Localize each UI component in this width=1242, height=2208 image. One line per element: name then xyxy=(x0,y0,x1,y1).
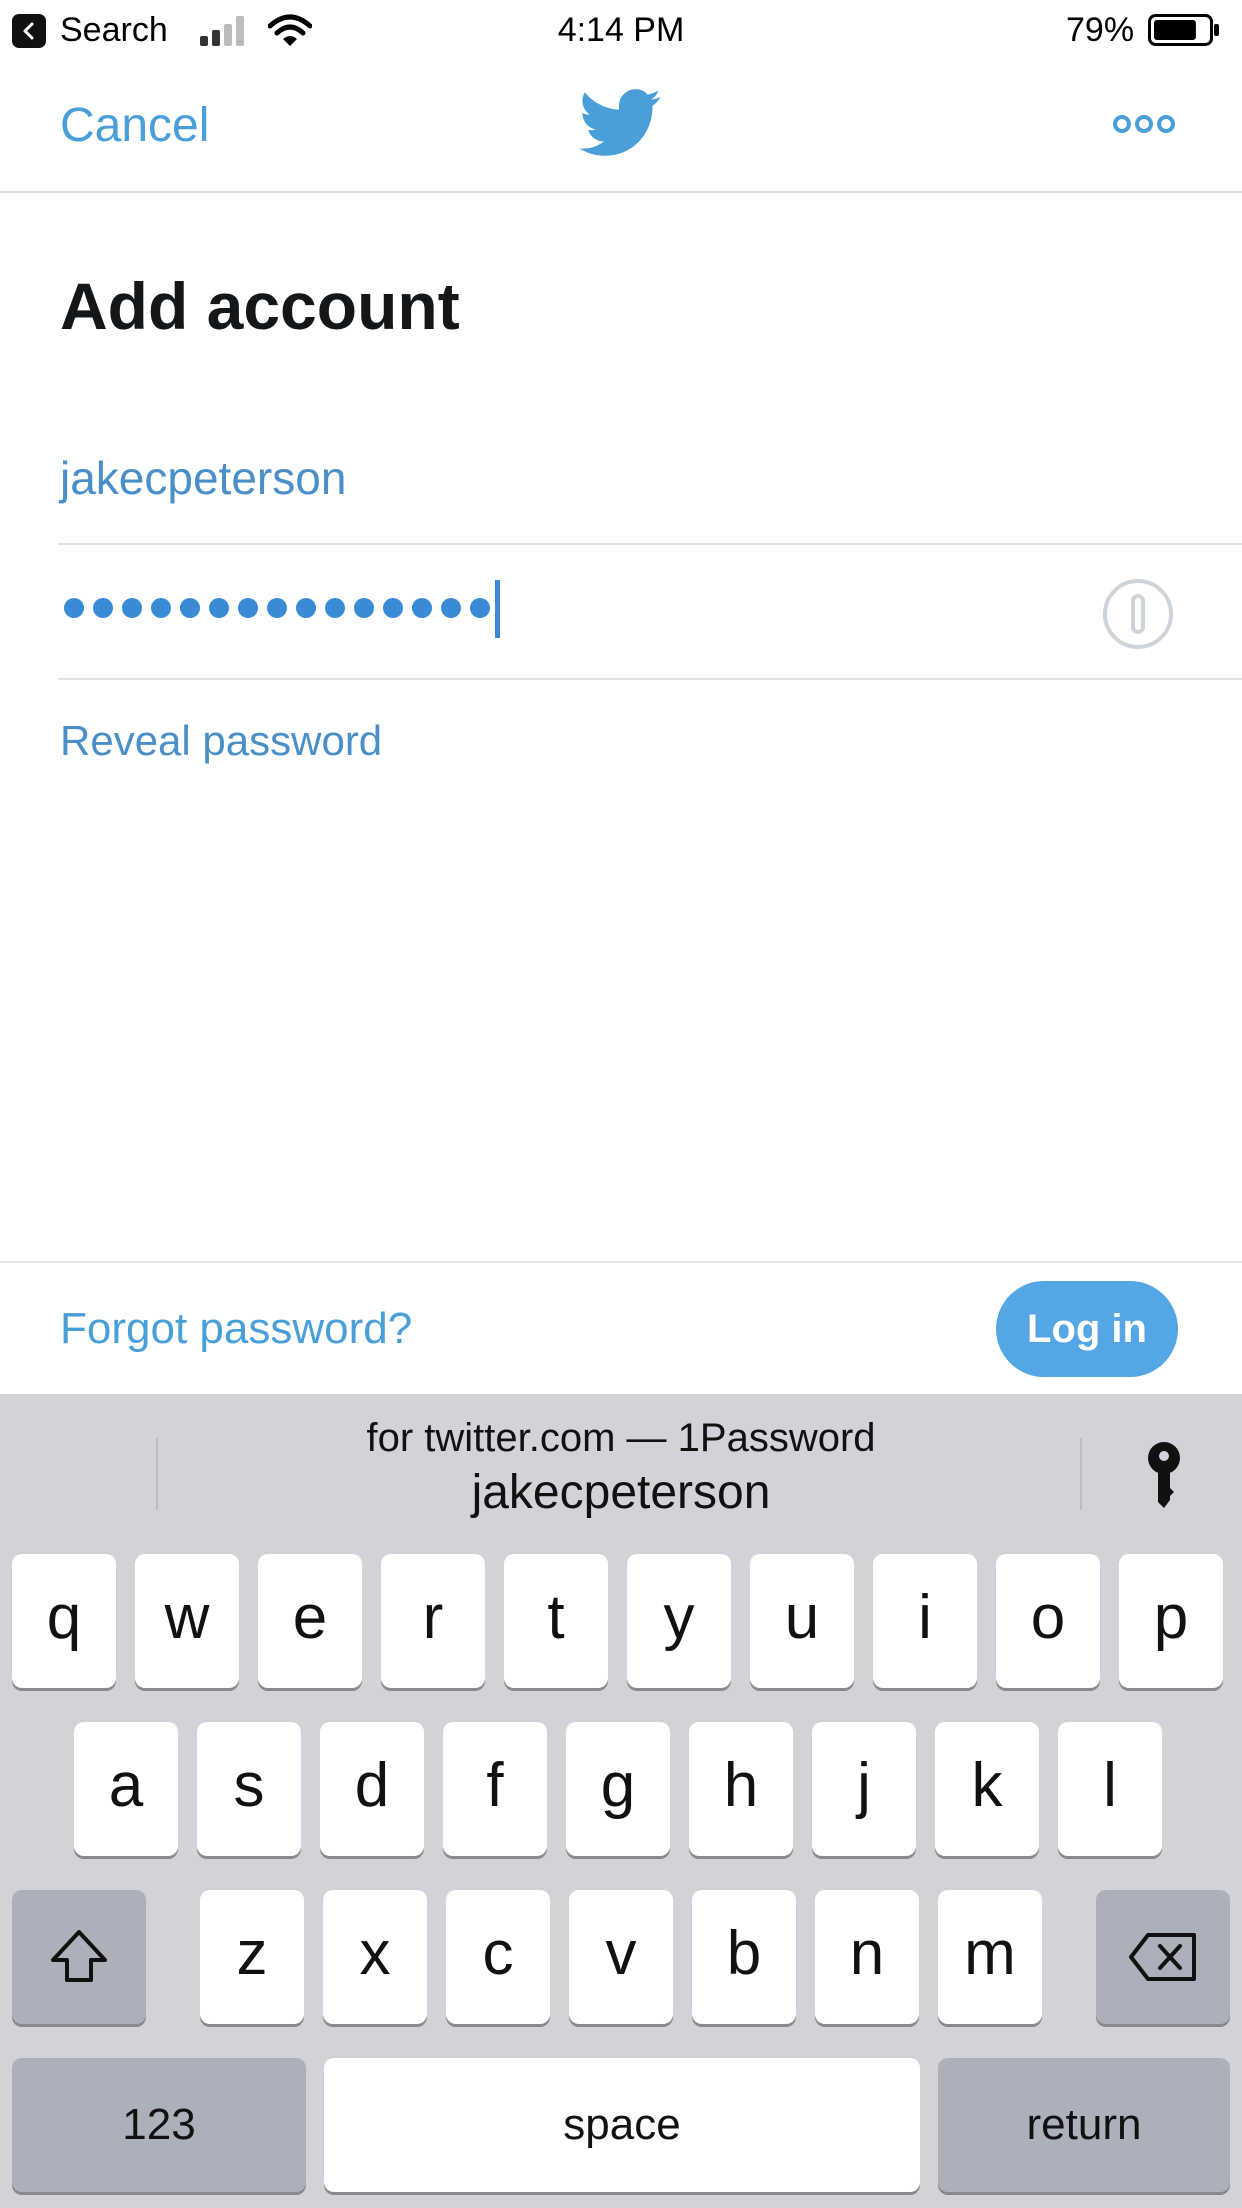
key-r[interactable]: r xyxy=(381,1554,485,1688)
password-dot xyxy=(122,598,142,618)
password-dot xyxy=(238,598,258,618)
key-k[interactable]: k xyxy=(935,1722,1039,1856)
shift-arrow-icon xyxy=(51,1930,107,1982)
key-g[interactable]: g xyxy=(566,1722,670,1856)
battery-percent: 79% xyxy=(1066,11,1135,49)
forgot-password-link[interactable]: Forgot password? xyxy=(60,1302,412,1356)
1password-icon[interactable] xyxy=(1102,578,1174,650)
username-divider xyxy=(58,543,1242,545)
password-dot xyxy=(267,598,287,618)
key-c[interactable]: c xyxy=(446,1890,550,2024)
username-field[interactable]: jakecpeterson xyxy=(60,450,346,506)
password-dot xyxy=(354,598,374,618)
key-t[interactable]: t xyxy=(504,1554,608,1688)
key-i[interactable]: i xyxy=(873,1554,977,1688)
key-y[interactable]: y xyxy=(627,1554,731,1688)
more-dots-icon[interactable] xyxy=(1112,112,1176,136)
key-q[interactable]: q xyxy=(12,1554,116,1688)
log-in-button[interactable]: Log in xyxy=(996,1281,1178,1377)
key-f[interactable]: f xyxy=(443,1722,547,1856)
password-dot xyxy=(209,598,229,618)
key-m[interactable]: m xyxy=(938,1890,1042,2024)
status-bar: Search 4:14 PM 79% xyxy=(0,0,1242,62)
key-b[interactable]: b xyxy=(692,1890,796,2024)
key-o[interactable]: o xyxy=(996,1554,1100,1688)
footer-divider xyxy=(0,1261,1242,1263)
password-dot xyxy=(93,598,113,618)
key-icon[interactable] xyxy=(1146,1440,1182,1510)
password-dot xyxy=(325,598,345,618)
password-dot xyxy=(151,598,171,618)
password-divider xyxy=(58,678,1242,680)
return-key[interactable]: return xyxy=(938,2058,1230,2192)
key-w[interactable]: w xyxy=(135,1554,239,1688)
twitter-bird-icon xyxy=(580,89,661,156)
key-d[interactable]: d xyxy=(320,1722,424,1856)
shift-key[interactable] xyxy=(12,1890,146,2024)
key-v[interactable]: v xyxy=(569,1890,673,2024)
nav-divider xyxy=(0,191,1242,193)
key-s[interactable]: s xyxy=(197,1722,301,1856)
key-x[interactable]: x xyxy=(323,1890,427,2024)
page-title: Add account xyxy=(60,269,460,343)
password-field[interactable] xyxy=(64,598,499,622)
key-u[interactable]: u xyxy=(750,1554,854,1688)
password-dot xyxy=(412,598,432,618)
battery-icon xyxy=(1148,14,1219,46)
key-j[interactable]: j xyxy=(812,1722,916,1856)
password-dot xyxy=(470,598,490,618)
key-z[interactable]: z xyxy=(200,1890,304,2024)
space-key[interactable]: space xyxy=(324,2058,920,2192)
password-dot xyxy=(64,598,84,618)
numbers-key[interactable]: 123 xyxy=(12,2058,306,2192)
password-dot xyxy=(296,598,316,618)
autofill-suggestion-username[interactable]: jakecpeterson xyxy=(0,1464,1242,1522)
delete-key[interactable] xyxy=(1096,1890,1230,2024)
password-dot xyxy=(383,598,403,618)
password-dot xyxy=(180,598,200,618)
key-h[interactable]: h xyxy=(689,1722,793,1856)
autofill-suggestion-source[interactable]: for twitter.com — 1Password xyxy=(0,1414,1242,1462)
backspace-icon xyxy=(1129,1933,1196,1981)
key-p[interactable]: p xyxy=(1119,1554,1223,1688)
reveal-password-link[interactable]: Reveal password xyxy=(60,716,382,766)
key-a[interactable]: a xyxy=(74,1722,178,1856)
text-cursor xyxy=(495,580,500,638)
status-time: 4:14 PM xyxy=(557,11,685,49)
cancel-button[interactable]: Cancel xyxy=(60,98,209,154)
key-e[interactable]: e xyxy=(258,1554,362,1688)
key-n[interactable]: n xyxy=(815,1890,919,2024)
key-l[interactable]: l xyxy=(1058,1722,1162,1856)
password-dot xyxy=(441,598,461,618)
